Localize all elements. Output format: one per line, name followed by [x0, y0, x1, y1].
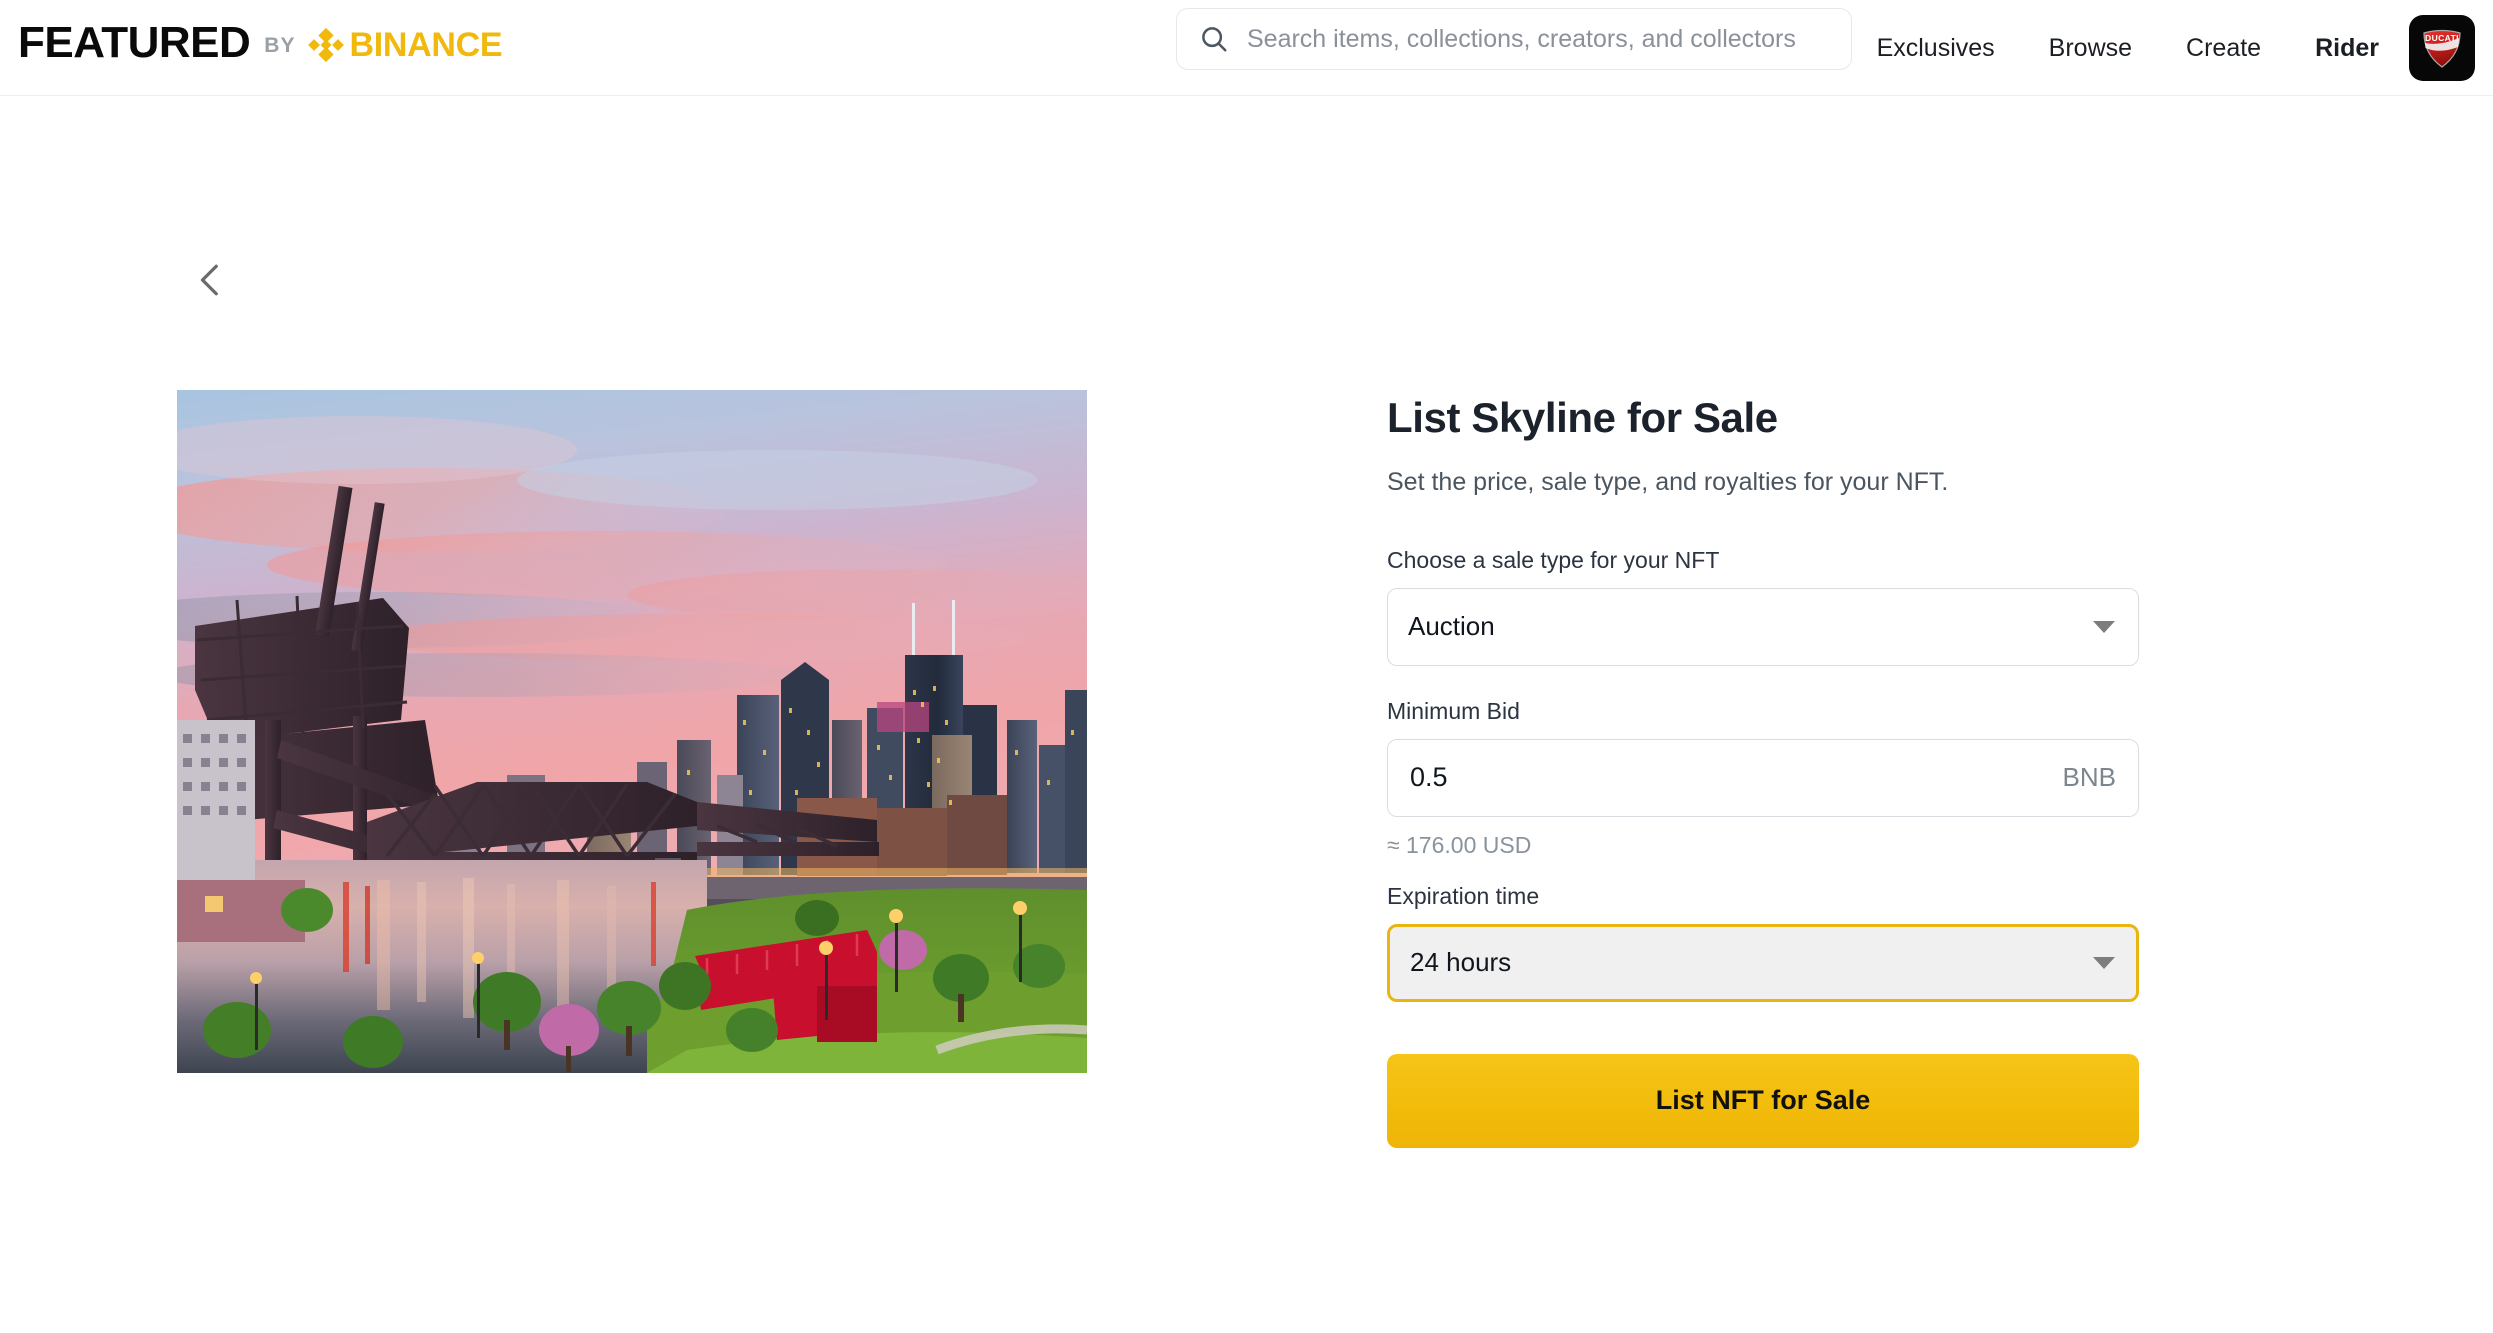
- minimum-bid-label: Minimum Bid: [1387, 697, 1520, 724]
- svg-text:DUCATI: DUCATI: [2425, 33, 2459, 43]
- expiration-label: Expiration time: [1387, 882, 1540, 909]
- usd-conversion-note: ≈ 176.00 USD: [1387, 831, 1532, 858]
- nav-item-exclusives[interactable]: Exclusives: [1850, 34, 2022, 63]
- brand-binance-text: BINANCE: [349, 26, 503, 64]
- site-header: FEATURED BY BINANCE Exclusives Browse: [0, 0, 2493, 96]
- search-input[interactable]: [1247, 24, 1829, 54]
- binance-logo: BINANCE: [307, 26, 503, 64]
- page-title: List Skyline for Sale: [1387, 394, 1778, 441]
- brand-featured-text: FEATURED: [18, 18, 251, 67]
- expiration-group: Expiration time 24 hours: [1387, 883, 2139, 1002]
- sale-type-select-value[interactable]: Auction: [1387, 587, 2139, 666]
- minimum-bid-field[interactable]: BNB: [1387, 738, 2139, 817]
- currency-suffix: BNB: [2062, 762, 2116, 793]
- nav-item-rider[interactable]: Rider: [2288, 34, 2401, 63]
- nav-item-browse[interactable]: Browse: [2022, 34, 2159, 63]
- ducati-shield-icon: DUCATI: [2423, 29, 2461, 68]
- list-nft-for-sale-button[interactable]: List NFT for Sale: [1387, 1053, 2139, 1148]
- minimum-bid-input[interactable]: [1410, 762, 2051, 794]
- brand-by-text: BY: [264, 34, 296, 57]
- nav-item-create[interactable]: Create: [2159, 34, 2288, 63]
- back-button[interactable]: [182, 252, 238, 308]
- expiration-select-value[interactable]: 24 hours: [1387, 923, 2139, 1002]
- nft-artwork-image[interactable]: [177, 390, 1087, 1073]
- sale-type-label: Choose a sale type for your NFT: [1387, 546, 1720, 573]
- sale-type-select[interactable]: Auction: [1387, 587, 2139, 666]
- search-icon: [1202, 27, 1227, 52]
- expiration-select[interactable]: 24 hours: [1387, 923, 2139, 1002]
- listing-form-panel: List Skyline for Sale Set the price, sal…: [1387, 394, 2139, 1148]
- sale-type-group: Choose a sale type for your NFT Auction: [1387, 547, 2139, 666]
- page-subtitle: Set the price, sale type, and royalties …: [1387, 468, 1949, 497]
- binance-diamond-icon: [308, 27, 345, 63]
- skyline-artwork-graphic: [177, 390, 1087, 1073]
- search-bar[interactable]: [1176, 8, 1852, 70]
- ducati-logo-avatar[interactable]: DUCATI: [2409, 15, 2475, 81]
- chevron-left-icon: [200, 264, 218, 296]
- main-nav: Exclusives Browse Create Rider DUCATI: [1850, 0, 2475, 96]
- brand-logo[interactable]: FEATURED BY BINANCE: [18, 14, 503, 72]
- minimum-bid-group: Minimum Bid BNB ≈ 176.00 USD: [1387, 698, 2139, 859]
